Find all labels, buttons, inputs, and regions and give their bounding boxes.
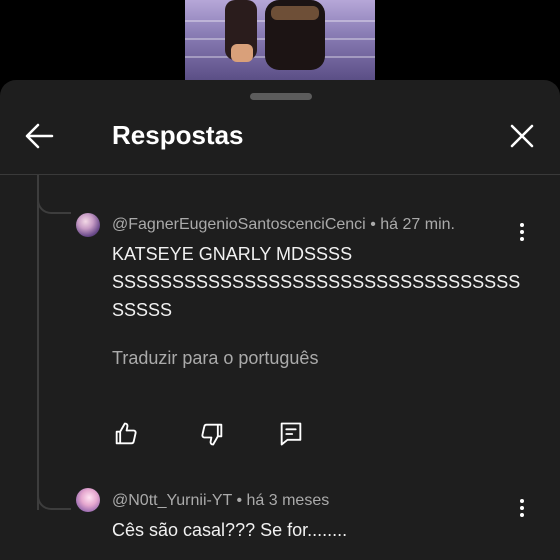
reply-text-line: SSSSS [112,300,173,320]
meta-separator: • [370,216,376,233]
thumb-up-icon [115,422,137,445]
reply-meta: @N0tt_Yurnii-YT • há 3 meses [112,492,329,510]
header-divider [0,174,560,175]
like-button[interactable] [112,420,140,448]
meta-separator: • [236,492,243,509]
reply-comment-icon [280,422,302,446]
back-button[interactable] [20,116,60,156]
author-name[interactable]: @FagnerEugenioSantoscenciCenci [112,216,366,233]
avatar[interactable] [76,488,100,512]
dislike-button[interactable] [198,420,226,448]
video-player-area [0,0,560,80]
avatar[interactable] [76,213,100,237]
author-name[interactable]: @N0tt_Yurnii-YT [112,492,232,509]
timestamp: há 27 min. [380,216,455,233]
thread-connector [37,484,71,510]
figure-left-shoe [231,44,253,62]
reply-text: KATSEYE GNARLY MDSSSS SSSSSSSSSSSSSSSSSS… [112,240,520,324]
back-arrow-icon [25,123,54,149]
video-thumbnail[interactable] [185,0,375,80]
sheet-title: Respostas [112,120,244,150]
thread-connector [37,188,71,214]
reply-button[interactable] [277,420,305,448]
thumb-down-icon [201,423,223,446]
timestamp: há 3 meses [246,492,330,509]
reply-text-line: SSSSSSSSSSSSSSSSSSSSSSSSSSSSSSSSSS [112,272,521,292]
reply-text: Cês são casal??? Se for........ [112,516,347,544]
close-button[interactable] [502,116,542,156]
more-options-button[interactable] [510,496,534,520]
translate-link[interactable]: Traduzir para o português [112,348,318,369]
figure-right-detail [271,6,319,20]
more-vert-icon [520,499,524,517]
replies-sheet: Respostas @FagnerEugenioSantoscenciCenci… [0,80,560,560]
drag-handle[interactable] [250,93,312,100]
reply-text-line: Cês são casal??? Se for........ [112,520,348,540]
reply-text-line: KATSEYE GNARLY MDSSSS [112,244,353,264]
reply-meta: @FagnerEugenioSantoscenciCenci • há 27 m… [112,216,455,234]
sheet-header: Respostas [0,108,560,166]
thread-line [37,175,39,510]
close-icon [510,124,534,148]
